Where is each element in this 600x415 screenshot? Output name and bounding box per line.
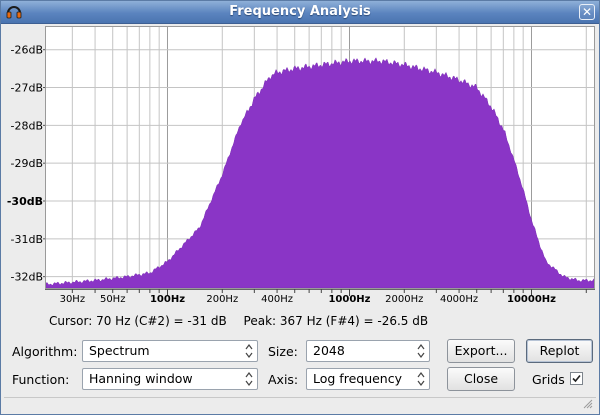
- grids-label: Grids: [532, 372, 565, 387]
- y-tick-label: -30dB: [7, 195, 43, 208]
- algorithm-select[interactable]: Spectrum: [82, 340, 258, 362]
- spectrum-plot[interactable]: [45, 26, 595, 289]
- axis-label: Axis:: [268, 372, 299, 387]
- spectrum-area: [46, 57, 594, 288]
- grids-checkbox[interactable]: [570, 372, 583, 385]
- x-tick-label: 10000Hz: [507, 294, 556, 305]
- y-tick-label: -32dB: [11, 271, 44, 284]
- axis-value: Log frequency: [313, 371, 402, 386]
- function-value: Hanning window: [89, 371, 193, 386]
- x-tick-label: 1000Hz: [328, 294, 370, 305]
- algorithm-value: Spectrum: [89, 343, 150, 358]
- y-tick-label: -26dB: [11, 44, 44, 57]
- cursor-peak-readout: Cursor: 70 Hz (C#2) = -31 dB Peak: 367 H…: [49, 314, 441, 328]
- y-tick-label: -27dB: [11, 82, 44, 95]
- x-tick-label: 200Hz: [206, 294, 238, 305]
- y-tick-label: -28dB: [11, 119, 44, 132]
- x-tick-label: 100Hz: [150, 294, 185, 305]
- spectrum-chart: [46, 27, 594, 288]
- replot-button[interactable]: Replot: [526, 339, 593, 363]
- x-tick-label: 2000Hz: [385, 294, 423, 305]
- resize-grip-icon[interactable]: [583, 399, 593, 409]
- spin-arrows-icon: [417, 344, 425, 358]
- status-bar: [4, 397, 596, 412]
- spin-arrows-icon: [245, 344, 253, 358]
- axis-select[interactable]: Log frequency: [306, 368, 430, 390]
- y-tick-label: -29dB: [11, 157, 44, 170]
- x-tick-label: 30Hz: [60, 294, 85, 305]
- cursor-readout: Cursor: 70 Hz (C#2) = -31 dB: [49, 314, 227, 328]
- x-tick-label: 4000Hz: [440, 294, 478, 305]
- x-axis-ruler: 30Hz 50Hz 100Hz 200Hz 400Hz 1000Hz 2000Hz 4000H…: [45, 289, 595, 305]
- peak-readout: Peak: 367 Hz (F#4) = -26.5 dB: [243, 314, 429, 328]
- spin-arrows-icon: [245, 372, 253, 386]
- checkmark-icon: [572, 374, 581, 383]
- function-select[interactable]: Hanning window: [82, 368, 258, 390]
- frequency-analysis-window: Frequency Analysis ✕ -26dB -27dB -28dB -29d…: [0, 0, 600, 415]
- function-label: Function:: [12, 372, 70, 387]
- spin-arrows-icon: [417, 372, 425, 386]
- size-value: 2048: [313, 343, 345, 358]
- size-label: Size:: [268, 344, 298, 359]
- algorithm-label: Algorithm:: [12, 344, 78, 359]
- x-tick-label: 400Hz: [261, 294, 293, 305]
- size-select[interactable]: 2048: [306, 340, 430, 362]
- export-button[interactable]: Export...: [447, 339, 515, 363]
- x-tick-label: 50Hz: [100, 294, 126, 305]
- y-tick-label: -31dB: [11, 233, 44, 246]
- close-button[interactable]: Close: [447, 367, 515, 391]
- window-title: Frequency Analysis: [229, 4, 371, 19]
- title-bar[interactable]: Frequency Analysis ✕: [1, 1, 599, 24]
- close-window-icon[interactable]: ✕: [579, 4, 595, 20]
- y-axis-labels: -26dB -27dB -28dB -29dB -30dB -31dB -32dB: [7, 44, 45, 284]
